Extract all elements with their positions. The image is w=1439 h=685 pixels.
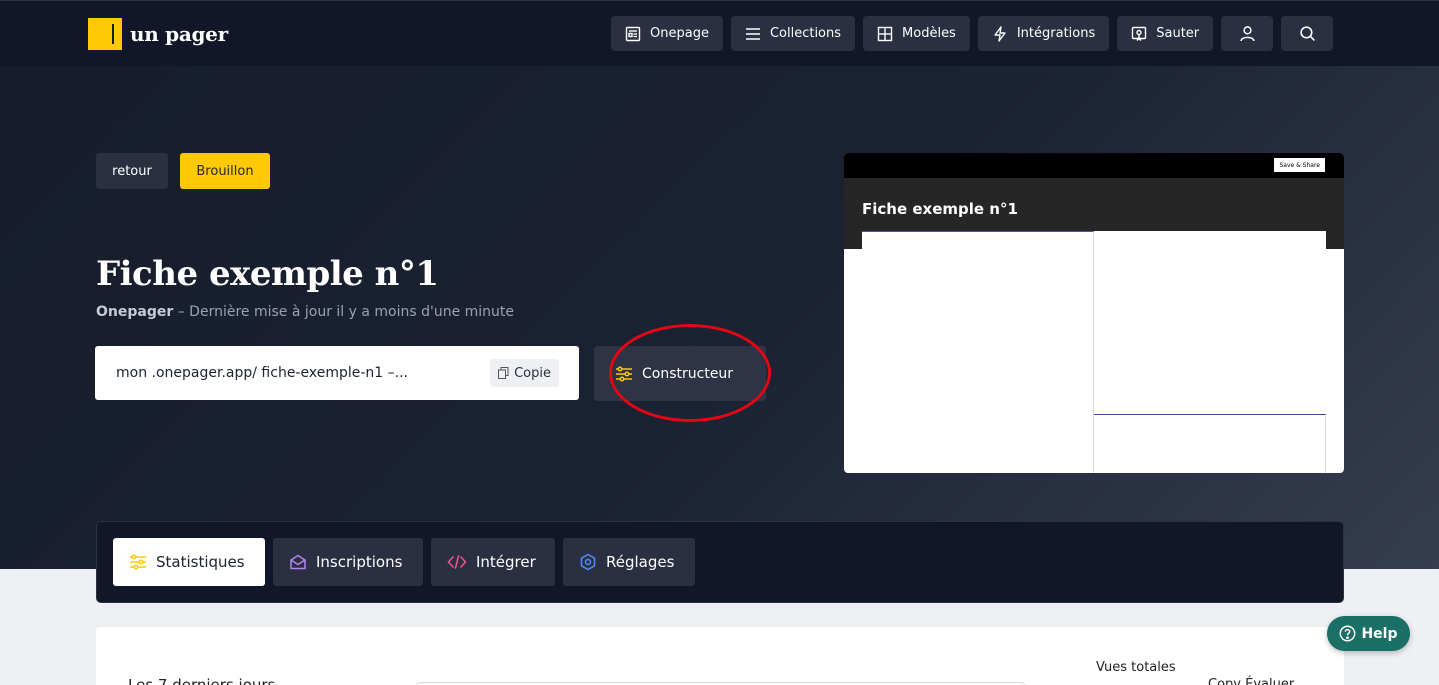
tab-integrer[interactable]: Intégrer [431,538,555,586]
stats-period-label: Les 7 derniers jours [128,676,276,685]
preview-column-right [1094,231,1326,415]
tab-integrer-label: Intégrer [476,553,536,571]
lightning-icon [994,25,1006,42]
back-button[interactable]: retour [96,153,168,189]
page-subtitle: Onepager – Dernière mise à jour il y a m… [96,304,514,320]
tab-statistiques-label: Statistiques [156,553,245,571]
nav-sauter-label: Sauter [1156,26,1200,41]
main-nav: Onepage Collections Modèles Intégrations… [611,16,1334,51]
copy-url-button[interactable]: Copie [490,359,559,387]
search-button[interactable] [1281,16,1334,51]
copy-label: Copie [514,365,551,381]
nav-collections[interactable]: Collections [730,16,856,51]
tabs-panel: Statistiques Inscriptions Intégrer Régla… [96,521,1344,603]
location-icon [1132,26,1147,41]
envelope-icon [290,554,306,570]
sliders-icon [130,554,146,570]
nav-sauter[interactable]: Sauter [1117,16,1214,51]
search-icon [1299,26,1315,41]
help-icon [1339,625,1356,642]
logo-mark-icon [88,18,122,50]
account-button[interactable] [1221,16,1274,51]
nav-onepage[interactable]: Onepage [611,16,723,51]
copy-icon [498,367,509,379]
preview-column-left [862,231,1094,473]
nav-collections-label: Collections [769,26,842,41]
code-icon [447,555,467,569]
nav-integrations-label: Intégrations [1016,26,1096,41]
stats-card: Les 7 derniers jours Vues totales Copy É… [96,627,1344,685]
user-icon [1240,26,1255,42]
tab-inscriptions[interactable]: Inscriptions [273,538,423,586]
top-navbar: un pager Onepage Collections Modèles Int… [0,0,1439,66]
page-url-field[interactable]: mon .onepager.app/ fiche-exemple-n1 –...… [95,346,579,400]
page-url-text[interactable]: mon .onepager.app/ fiche-exemple-n1 –... [116,365,461,381]
status-badge: Brouillon [180,153,270,189]
help-button[interactable]: Help [1327,616,1410,651]
stats-extra-label: Copy Évaluer [1208,677,1295,685]
total-views-label: Vues totales [1096,660,1176,675]
nav-modeles-label: Modèles [902,26,956,41]
settings-icon [580,553,596,571]
brand-name: un pager [130,22,228,46]
preview-title: Fiche exemple n°1 [862,200,1018,218]
annotation-circle [609,324,771,422]
nav-onepage-label: Onepage [650,26,709,41]
tab-reglages-label: Réglages [606,553,675,571]
tab-reglages[interactable]: Réglages [563,538,695,586]
brand-logo[interactable]: un pager [88,18,228,50]
page-title: Fiche exemple n°1 [96,254,439,294]
nav-modeles[interactable]: Modèles [863,16,970,51]
nav-integrations[interactable]: Intégrations [977,16,1110,51]
document-icon [625,26,641,41]
last-updated: – Dernière mise à jour il y a moins d'un… [177,304,515,320]
help-label: Help [1361,625,1398,642]
preview-topbar [844,153,1344,178]
page-type: Onepager [96,304,174,320]
list-icon [745,27,760,40]
tab-inscriptions-label: Inscriptions [316,553,403,571]
tab-statistiques[interactable]: Statistiques [113,538,265,586]
preview-column-right-lower [1094,416,1326,473]
preview-share-button: Save & Share [1274,158,1325,172]
page-preview[interactable]: Save & Share Fiche exemple n°1 [844,153,1344,473]
grid-icon [877,26,893,41]
